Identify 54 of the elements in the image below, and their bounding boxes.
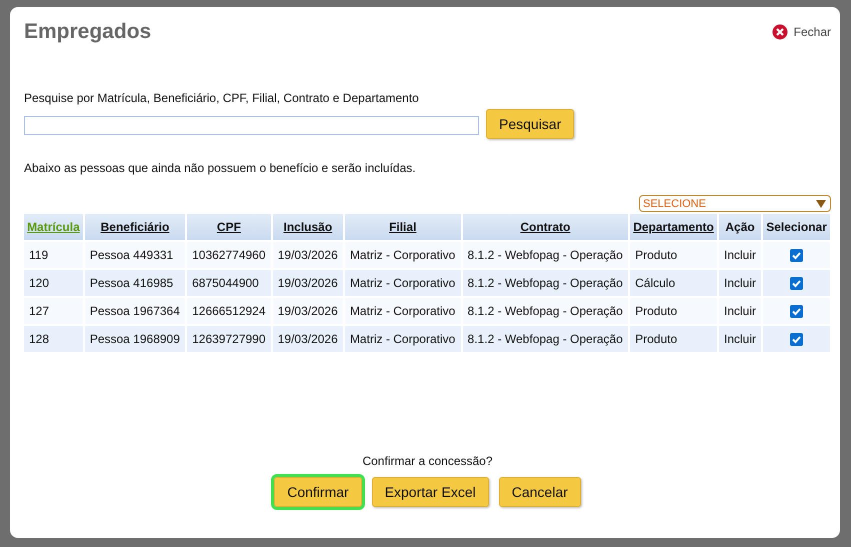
table-cell: Produto — [630, 326, 717, 352]
table-cell: Cálculo — [630, 270, 717, 296]
table-cell: 119 — [24, 242, 83, 268]
table-cell: 19/03/2026 — [272, 270, 343, 296]
table-cell: 6875044900 — [187, 270, 271, 296]
table-cell: Incluir — [718, 270, 762, 296]
column-header[interactable]: CPF — [216, 220, 241, 234]
close-icon — [772, 24, 788, 40]
checkbox[interactable] — [790, 333, 804, 346]
dialog-title: Empregados — [24, 20, 152, 44]
action-button[interactable]: Exportar Excel — [372, 477, 489, 507]
table-cell: Incluir — [718, 326, 762, 352]
search-button[interactable]: Pesquisar — [486, 109, 574, 139]
table-cell: Incluir — [718, 242, 762, 268]
table-cell: Pessoa 1968909 — [84, 326, 186, 352]
column-header: Selecionar — [766, 220, 827, 234]
table-cell: 12639727990 — [187, 326, 271, 352]
table-cell: Matriz - Corporativo — [344, 298, 461, 324]
table-cell: 19/03/2026 — [272, 298, 343, 324]
table-cell: Matriz - Corporativo — [344, 270, 461, 296]
close-button[interactable]: Fechar — [772, 24, 831, 40]
column-header[interactable]: Contrato — [520, 220, 570, 234]
checkbox[interactable] — [790, 277, 804, 290]
table-cell: 120 — [24, 270, 83, 296]
table-cell: Incluir — [718, 298, 762, 324]
table-cell: Produto — [630, 242, 717, 268]
table-cell: 19/03/2026 — [272, 326, 343, 352]
column-header: Ação — [725, 220, 755, 234]
info-text: Abaixo as pessoas que ainda não possuem o benefício e serão incluídas. — [24, 161, 417, 175]
table-cell: Matriz - Corporativo — [344, 326, 461, 352]
table-cell: Matriz - Corporativo — [344, 242, 461, 268]
search-field[interactable] — [24, 116, 479, 135]
table-cell: 8.1.2 - Webfopag - Operação — [462, 298, 628, 324]
search-label: Pesquise por Matrícula, Beneficiário, CPF, Filial, Contrato e Departamento — [24, 91, 420, 105]
table-cell: Pessoa 416985 — [84, 270, 186, 296]
table-cell: Pessoa 1967364 — [84, 298, 186, 324]
table-cell: 128 — [24, 326, 83, 352]
table-cell: 12666512924 — [187, 298, 271, 324]
table-cell: 8.1.2 - Webfopag - Operação — [462, 326, 628, 352]
checkbox[interactable] — [790, 249, 804, 262]
action-button[interactable]: Cancelar — [498, 477, 581, 507]
column-header[interactable]: Filial — [389, 220, 416, 234]
confirm-question: Confirmar a concessão? — [361, 454, 494, 468]
table-cell: 8.1.2 - Webfopag - Operação — [462, 270, 628, 296]
table-cell: 19/03/2026 — [272, 242, 343, 268]
dropdown-arrow-icon — [816, 200, 826, 208]
table-cell: 10362774960 — [187, 242, 271, 268]
checkbox[interactable] — [790, 305, 804, 318]
action-button[interactable]: Confirmar — [274, 477, 362, 507]
department-dropdown[interactable]: SELECIONE — [639, 195, 831, 212]
table-cell: 8.1.2 - Webfopag - Operação — [462, 242, 628, 268]
table-cell: Pessoa 449331 — [84, 242, 186, 268]
table-cell: 127 — [24, 298, 83, 324]
table-cell: Produto — [630, 298, 717, 324]
